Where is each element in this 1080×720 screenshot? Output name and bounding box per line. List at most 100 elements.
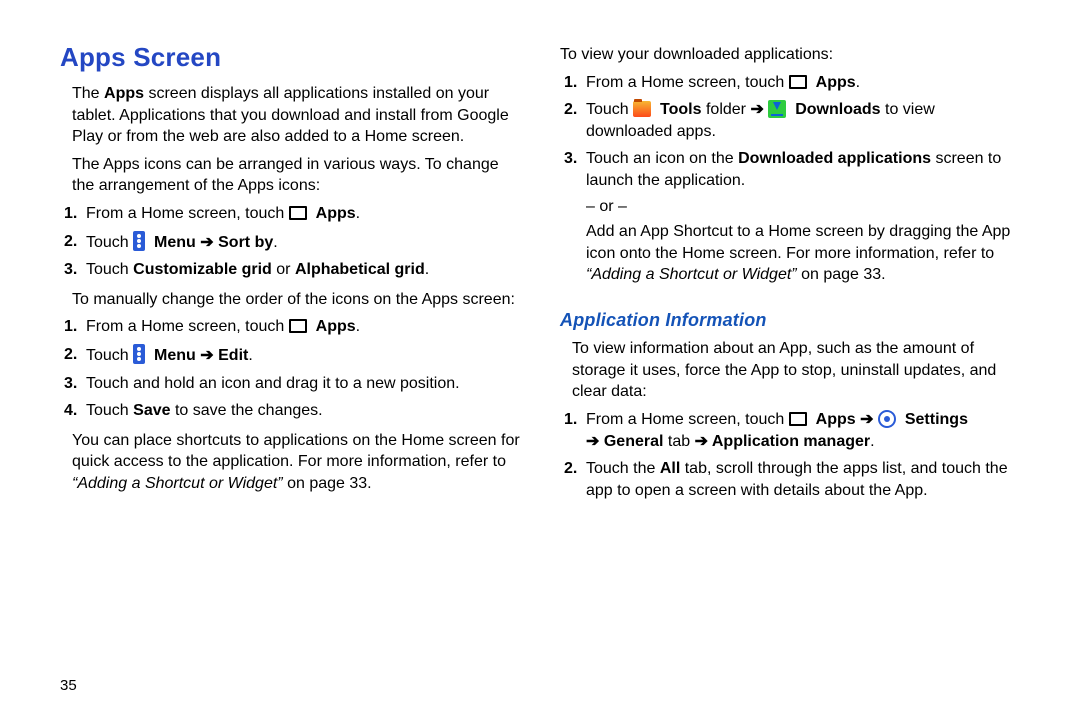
- step: 2. Touch Menu ➔ Sort by.: [86, 231, 520, 254]
- text: .: [356, 205, 360, 222]
- text: Downloads: [795, 101, 880, 118]
- bold: All: [660, 460, 680, 477]
- step: 1. From a Home screen, touch Apps.: [86, 203, 520, 225]
- text: Touch the: [586, 460, 660, 477]
- bold: Edit: [218, 347, 248, 364]
- step: 1. From a Home screen, touch Apps.: [86, 316, 520, 338]
- text: The: [72, 85, 104, 102]
- arrow-icon: ➔: [750, 101, 768, 118]
- text: You can place shortcuts to applications …: [72, 432, 520, 471]
- text: on page 33.: [283, 475, 372, 492]
- text: Touch: [586, 101, 633, 118]
- steps-app-info: 1. From a Home screen, touch Apps ➔ Sett…: [560, 409, 1020, 501]
- step-num: 3.: [564, 148, 577, 170]
- bold: Alphabetical grid: [295, 261, 425, 278]
- text: .: [856, 74, 860, 91]
- text: tab: [663, 433, 694, 450]
- text: Touch: [86, 234, 133, 251]
- text: Menu: [154, 347, 196, 364]
- text: Add an App Shortcut to a Home screen by …: [586, 223, 1010, 262]
- step-num: 1.: [64, 316, 77, 338]
- bold: Apps: [811, 411, 855, 428]
- text: .: [248, 347, 252, 364]
- text: .: [273, 234, 277, 251]
- text: Menu: [154, 234, 196, 251]
- steps-downloaded: 1. From a Home screen, touch Apps. 2. To…: [560, 72, 1020, 286]
- bold: Sort by: [218, 234, 273, 251]
- text: Settings: [905, 411, 968, 428]
- bold: Save: [133, 402, 170, 419]
- step-num: 2.: [564, 458, 577, 480]
- text: Touch an icon on the: [586, 150, 738, 167]
- step-num: 1.: [64, 203, 77, 225]
- heading-apps-screen: Apps Screen: [60, 40, 520, 75]
- apps-icon: [289, 206, 307, 220]
- text: .: [356, 318, 360, 335]
- downloads-icon: [768, 100, 786, 118]
- manual-page: Apps Screen The Apps screen displays all…: [0, 0, 1080, 720]
- menu-icon: [133, 344, 145, 364]
- step: 3. Touch Customizable grid or Alphabetic…: [86, 259, 520, 281]
- bold: Customizable grid: [133, 261, 272, 278]
- bold: Settings: [900, 411, 968, 428]
- intro-paragraph: The Apps screen displays all application…: [60, 83, 520, 148]
- bold: Apps: [311, 205, 355, 222]
- menu-icon: [133, 231, 145, 251]
- text: Apps: [816, 411, 856, 428]
- arrow-icon: ➔: [856, 411, 878, 428]
- step-num: 1.: [564, 72, 577, 94]
- text: folder: [702, 101, 751, 118]
- step: 3. Touch an icon on the Downloaded appli…: [586, 148, 1020, 286]
- step-num: 1.: [564, 409, 577, 431]
- steps-manual-order: 1. From a Home screen, touch Apps. 2. To…: [60, 316, 520, 421]
- arrange-paragraph: The Apps icons can be arranged in variou…: [60, 154, 520, 197]
- bold: Application manager: [712, 433, 870, 450]
- step: 1. From a Home screen, touch Apps.: [586, 72, 1020, 94]
- text: on page 33.: [797, 266, 886, 283]
- left-column: Apps Screen The Apps screen displays all…: [60, 40, 520, 700]
- step-num: 4.: [64, 400, 77, 422]
- app-info-paragraph: To view information about an App, such a…: [560, 338, 1020, 403]
- step-num: 2.: [564, 99, 577, 121]
- bold: Tools: [656, 101, 702, 118]
- text: Apps: [316, 318, 356, 335]
- step: 2. Touch the All tab, scroll through the…: [586, 458, 1020, 501]
- apps-icon: [789, 412, 807, 426]
- shortcuts-paragraph: You can place shortcuts to applications …: [60, 430, 520, 495]
- settings-icon: [878, 410, 896, 428]
- manual-order-paragraph: To manually change the order of the icon…: [60, 289, 520, 311]
- text: to save the changes.: [171, 402, 323, 419]
- bold-apps: Apps: [104, 85, 144, 102]
- text: .: [870, 433, 874, 450]
- right-column: To view your downloaded applications: 1.…: [560, 40, 1020, 700]
- page-number: 35: [60, 677, 77, 694]
- or-divider: – or –: [586, 196, 1020, 218]
- cross-ref: “Adding a Shortcut or Widget”: [72, 475, 283, 492]
- apps-icon: [789, 75, 807, 89]
- heading-application-information: Application Information: [560, 308, 1020, 332]
- text: From a Home screen, touch: [86, 318, 289, 335]
- text: From a Home screen, touch: [586, 74, 789, 91]
- step: 2. Touch Tools folder ➔ Downloads to vie…: [586, 99, 1020, 142]
- bold: Apps: [811, 74, 855, 91]
- text: Touch: [86, 402, 133, 419]
- arrow-icon: ➔: [196, 347, 218, 364]
- arrow-icon: ➔: [695, 433, 712, 450]
- text: Tools: [660, 101, 701, 118]
- bold: General: [604, 433, 664, 450]
- steps-arrange: 1. From a Home screen, touch Apps. 2. To…: [60, 203, 520, 281]
- cross-ref: “Adding a Shortcut or Widget”: [586, 266, 797, 283]
- step-num: 3.: [64, 259, 77, 281]
- bold: Menu: [150, 347, 196, 364]
- arrow-icon: ➔: [196, 234, 218, 251]
- text: or: [272, 261, 295, 278]
- text: Touch: [86, 261, 133, 278]
- text: Touch and hold an icon and drag it to a …: [86, 375, 460, 392]
- tools-folder-icon: [633, 101, 651, 117]
- bold: Downloaded applications: [738, 150, 931, 167]
- downloaded-intro: To view your downloaded applications:: [560, 44, 1020, 66]
- text: Touch: [86, 347, 133, 364]
- step-num: 2.: [64, 231, 77, 253]
- bold: Menu: [150, 234, 196, 251]
- apps-icon: [289, 319, 307, 333]
